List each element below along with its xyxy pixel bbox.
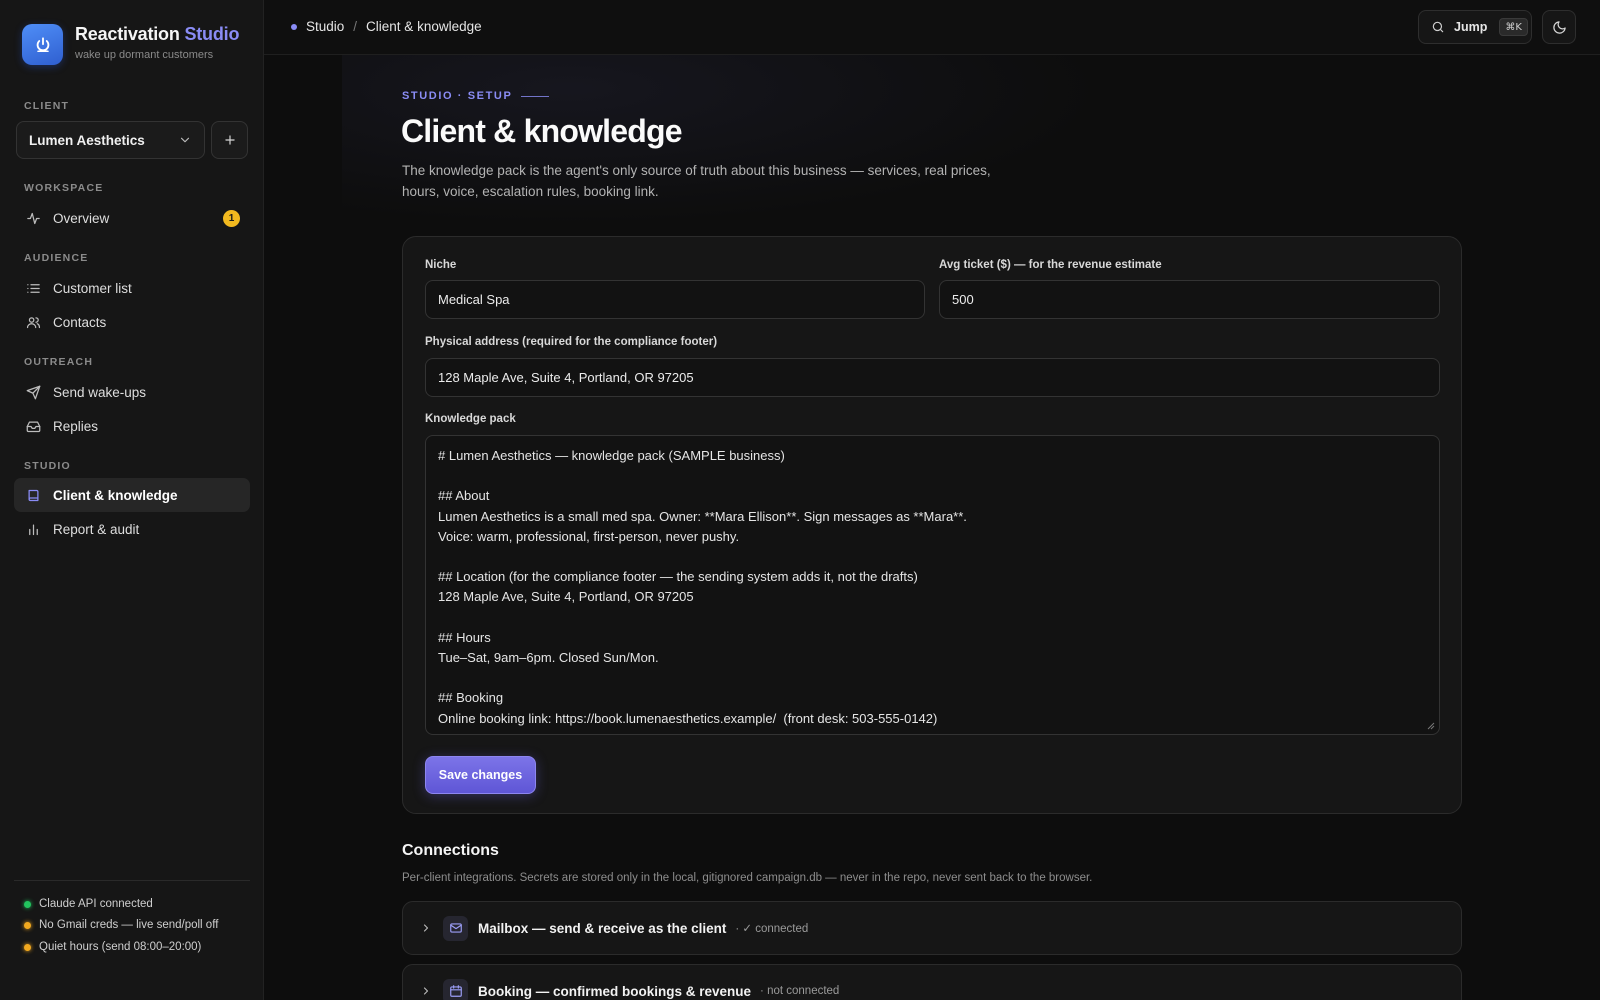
- breadcrumb-current: Client & knowledge: [366, 19, 482, 34]
- knowledge-pack-text: # Lumen Aesthetics — knowledge pack (SAM…: [438, 448, 967, 726]
- knowledge-pack-label: Knowledge pack: [425, 413, 516, 425]
- list-icon: [25, 280, 41, 296]
- knowledge-form-card: Niche Medical Spa Avg ticket ($) — for t…: [402, 236, 1462, 814]
- sidebar-item-contacts[interactable]: Contacts: [14, 305, 250, 339]
- eyebrow-line: [521, 95, 550, 97]
- niche-label: Niche: [425, 259, 457, 271]
- search-icon: [1432, 21, 1444, 33]
- sidebar-item-customer-list[interactable]: Customer list: [14, 271, 250, 305]
- section-label-client: CLIENT: [24, 100, 70, 112]
- moon-icon: [1552, 20, 1566, 34]
- connection-status: · not connected: [760, 985, 840, 997]
- connection-name: Booking — confirmed bookings & revenue: [478, 983, 752, 999]
- sidebar-divider: [14, 880, 250, 881]
- avg-ticket-label: Avg ticket ($) — for the revenue estimat…: [939, 259, 1162, 271]
- sidebar-item-report-audit[interactable]: Report & audit: [14, 512, 250, 546]
- niche-input[interactable]: Medical Spa: [425, 280, 925, 319]
- send-icon: [25, 384, 41, 400]
- plus-icon: [224, 135, 235, 145]
- brand-title: Reactivation Studio: [75, 24, 239, 44]
- avg-ticket-input[interactable]: 500: [939, 280, 1440, 319]
- page-title: Client & knowledge: [401, 113, 683, 149]
- brand-subtitle: wake up dormant customers: [75, 49, 214, 61]
- status-dot-green: [24, 900, 31, 908]
- sidebar-item-send-wakeups[interactable]: Send wake-ups: [14, 375, 250, 409]
- sidebar-item-label: Customer list: [53, 280, 132, 296]
- sidebar-item-label: Replies: [53, 418, 99, 434]
- topbar: Studio / Client & knowledge Jump ⌘K: [264, 0, 1600, 55]
- sidebar-item-label: Client & knowledge: [53, 487, 178, 503]
- add-client-button[interactable]: [211, 121, 248, 159]
- sidebar-item-client-knowledge[interactable]: Client & knowledge: [14, 478, 250, 512]
- address-label: Physical address (required for the compl…: [425, 336, 718, 348]
- eyebrow-text: STUDIO · SETUP: [402, 90, 513, 102]
- sidebar-item-label: Overview: [53, 210, 110, 226]
- status-text: Quiet hours (send 08:00–20:00): [39, 941, 202, 953]
- page-eyebrow: STUDIO · SETUP: [402, 90, 550, 102]
- sidebar-item-replies[interactable]: Replies: [14, 409, 250, 443]
- sidebar-item-overview[interactable]: Overview 1: [14, 201, 250, 235]
- notification-badge: 1: [223, 210, 240, 227]
- sidebar: Reactivation Studio wake up dormant cust…: [0, 0, 264, 1000]
- sidebar-item-label: Report & audit: [53, 521, 140, 537]
- connection-status: · ✓ connected: [735, 923, 809, 935]
- jump-button[interactable]: Jump ⌘K: [1418, 10, 1532, 44]
- breadcrumb-root[interactable]: Studio: [306, 19, 344, 34]
- status-text: No Gmail creds — live send/poll off: [39, 919, 219, 931]
- book-icon: [25, 487, 41, 503]
- chevron-down-icon: [180, 137, 190, 143]
- status-dot-amber: [24, 943, 31, 951]
- breadcrumb-separator: /: [353, 19, 358, 34]
- brand-title-main: Reactivation: [75, 24, 180, 44]
- save-changes-button[interactable]: Save changes: [425, 756, 536, 794]
- status-quiet-hours: Quiet hours (send 08:00–20:00): [24, 941, 201, 953]
- resize-handle-icon[interactable]: [1427, 722, 1435, 730]
- activity-icon: [25, 210, 41, 226]
- users-icon: [25, 314, 41, 330]
- client-select-value: Lumen Aesthetics: [29, 132, 145, 148]
- status-claude-api: Claude API connected: [24, 898, 153, 910]
- status-text: Claude API connected: [39, 898, 153, 910]
- sidebar-item-label: Contacts: [53, 314, 107, 330]
- knowledge-pack-textarea[interactable]: # Lumen Aesthetics — knowledge pack (SAM…: [425, 435, 1440, 735]
- brand[interactable]: Reactivation Studio wake up dormant cust…: [22, 24, 239, 65]
- address-input[interactable]: 128 Maple Ave, Suite 4, Portland, OR 972…: [425, 358, 1440, 397]
- theme-toggle-button[interactable]: [1542, 10, 1576, 44]
- connections-title: Connections: [402, 842, 499, 859]
- section-label-outreach: OUTREACH: [24, 356, 94, 368]
- client-select[interactable]: Lumen Aesthetics: [16, 121, 205, 159]
- brand-title-accent: Studio: [184, 24, 240, 44]
- connection-row-booking[interactable]: Booking — confirmed bookings & revenue ·…: [402, 964, 1462, 1000]
- connection-name: Mailbox — send & receive as the client: [478, 920, 727, 936]
- section-label-audience: AUDIENCE: [24, 252, 89, 264]
- inbox-icon: [25, 418, 41, 434]
- section-label-workspace: WORKSPACE: [24, 182, 104, 194]
- bar-chart-icon: [25, 521, 41, 537]
- breadcrumb-dot: [291, 23, 297, 30]
- status-gmail: No Gmail creds — live send/poll off: [24, 919, 218, 931]
- mail-icon: [443, 915, 468, 941]
- keyboard-shortcut: ⌘K: [1499, 18, 1528, 36]
- status-dot-amber: [24, 921, 31, 929]
- sidebar-item-label: Send wake-ups: [53, 384, 147, 400]
- connection-row-mailbox[interactable]: Mailbox — send & receive as the client ·…: [402, 901, 1462, 955]
- chevron-right-icon: [423, 924, 429, 932]
- page-description: The knowledge pack is the agent's only s…: [402, 163, 991, 199]
- breadcrumb: Studio / Client & knowledge: [291, 19, 482, 34]
- chevron-right-icon: [423, 987, 429, 995]
- section-label-studio: STUDIO: [24, 460, 71, 472]
- jump-label: Jump: [1454, 20, 1488, 34]
- calendar-icon: [443, 978, 468, 1000]
- power-icon: [22, 24, 63, 65]
- connections-description: Per-client integrations. Secrets are sto…: [402, 872, 1093, 884]
